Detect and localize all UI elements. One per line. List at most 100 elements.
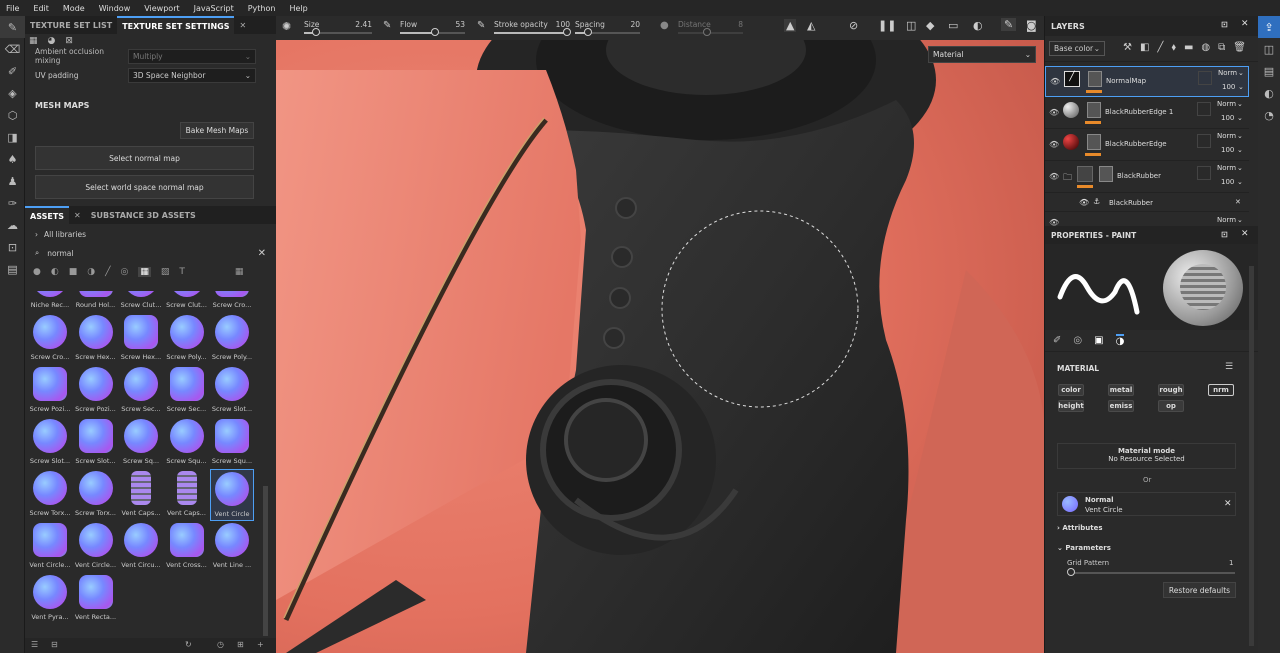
viewport-3d[interactable]: Material ⌄ (276, 40, 1044, 653)
filter-particles-icon[interactable]: ◎ (121, 267, 129, 277)
asset-item[interactable]: Screw Pozi... (74, 365, 118, 417)
add-mask-icon[interactable]: ◧ (1140, 42, 1149, 53)
mute-icon[interactable]: ⊘ (849, 19, 858, 32)
bake-mesh-maps-button[interactable]: Bake Mesh Maps (180, 122, 254, 139)
blend-mode[interactable]: Norm (1218, 69, 1237, 77)
channel-color-toggle[interactable]: color (1058, 384, 1084, 396)
properties-scrollbar[interactable] (1249, 266, 1254, 646)
ao-mixing-dropdown[interactable]: Multiply ⌄ (128, 48, 256, 64)
bake-icon[interactable]: ☁ (0, 214, 25, 236)
close-icon[interactable]: ✕ (69, 206, 86, 224)
geometry-mask-icon[interactable]: ⬡ (0, 104, 25, 126)
menu-javascript[interactable]: JavaScript (194, 4, 234, 13)
blend-mode[interactable]: Norm (1217, 132, 1236, 140)
stroke-pen-icon[interactable]: ✎ (477, 20, 485, 31)
paint-mode-icon[interactable]: ✎ (1001, 18, 1017, 31)
opacity[interactable]: 100 (1221, 114, 1234, 122)
export-icon[interactable]: ⊞ (237, 640, 244, 649)
eye-icon[interactable]: 👁 (1049, 108, 1059, 117)
asset-item[interactable]: Vent Circu... (119, 521, 163, 573)
asset-item[interactable]: Vent Circle... (74, 521, 118, 573)
asset-item[interactable]: Screw Hex... (119, 313, 163, 365)
parameters-section[interactable]: ⌄ Parameters (1057, 544, 1111, 552)
filter-masks-icon[interactable]: ■ (69, 267, 78, 277)
clone-icon[interactable]: ♟ (0, 170, 25, 192)
color-picker-icon[interactable]: ✑ (0, 192, 25, 214)
symmetry-icon[interactable]: ▲ (784, 19, 797, 32)
asset-item[interactable]: Screw Poly... (165, 313, 209, 365)
remove-resource-icon[interactable]: ✕ (1224, 499, 1232, 509)
smudge-icon[interactable]: ♠ (0, 148, 25, 170)
channel-op-toggle[interactable]: op (1158, 400, 1184, 412)
polygon-fill-icon[interactable]: ◈ (0, 82, 25, 104)
blend-mode[interactable]: Norm (1217, 164, 1236, 172)
normal-resource-box[interactable]: Normal Vent Circle ✕ (1057, 492, 1236, 516)
select-normal-map-button[interactable]: Select normal map (35, 146, 254, 170)
alpha-icon[interactable]: ◎ (1073, 335, 1082, 346)
layer-blackrubberedge[interactable]: 👁 BlackRubberEdge Norm ⌄ 100 ⌄ (1045, 130, 1249, 161)
flow-slider[interactable]: Flow 53 (400, 20, 465, 36)
size-slider[interactable]: Size 2.41 (304, 20, 372, 36)
asset-item[interactable]: Vent Line ... (210, 521, 254, 573)
flow-pen-icon[interactable]: ✎ (383, 20, 391, 31)
maximize-icon[interactable]: ⊡ (1221, 230, 1228, 239)
close-icon[interactable]: ✕ (1241, 229, 1249, 239)
brush-preset-icon[interactable]: ✺ (282, 20, 291, 33)
asset-item[interactable]: Screw Slot... (210, 365, 254, 417)
asset-item[interactable]: Screw Sec... (165, 365, 209, 417)
filter-shaders-icon[interactable]: ◑ (87, 267, 95, 277)
asset-item[interactable]: Screw Cro... (210, 291, 254, 313)
attributes-section[interactable]: › Attributes (1057, 524, 1103, 532)
symmetry-mode-icon[interactable]: ◭ (807, 19, 815, 32)
material-icon[interactable]: ◑ (1115, 334, 1125, 347)
add-fill-layer-icon[interactable]: ⬧ (1171, 42, 1176, 53)
asset-item[interactable]: Vent Caps... (165, 469, 209, 521)
tab-texture-set-list[interactable]: TEXTURE SET LIST (25, 16, 117, 34)
camera-view-icon[interactable]: ◫ (906, 19, 916, 32)
channel-rough-toggle[interactable]: rough (1158, 384, 1184, 396)
opacity[interactable]: 100 (1222, 83, 1235, 91)
layer-blackrubberedge-1[interactable]: 👁 BlackRubberEdge 1 Norm ⌄ 100 ⌄ (1045, 98, 1249, 129)
properties-icon[interactable]: ▤ (1258, 60, 1280, 82)
asset-item[interactable]: Screw Clut... (119, 291, 163, 313)
restore-defaults-button[interactable]: Restore defaults (1163, 582, 1236, 598)
menu-help[interactable]: Help (289, 4, 307, 13)
sub-layer-blackrubber[interactable]: 👁 ⚓ BlackRubber ✕ (1045, 194, 1249, 212)
eye-icon[interactable]: 👁 (1050, 77, 1060, 86)
eye-icon[interactable]: 👁 (1049, 172, 1059, 181)
history-icon[interactable]: ◔ (1258, 104, 1280, 126)
close-icon[interactable]: ✕ (1235, 198, 1241, 206)
render-mode-icon[interactable]: ◐ (973, 19, 983, 32)
pause-icon[interactable]: ❚❚ (878, 19, 896, 32)
asset-item[interactable]: Vent Pyra... (28, 573, 72, 625)
filter-materials-icon[interactable]: ● (33, 267, 41, 277)
duplicate-icon[interactable]: ⧉ (1218, 42, 1225, 53)
add-folder-icon[interactable]: ▬ (1184, 42, 1193, 53)
blend-mode[interactable]: Norm (1217, 100, 1236, 108)
asset-item[interactable]: Screw Torx... (28, 469, 72, 521)
maximize-icon[interactable]: ⊡ (1221, 20, 1228, 29)
opacity[interactable]: 100 (1221, 146, 1234, 154)
grid-pattern-knob[interactable] (1067, 568, 1075, 576)
uv-padding-dropdown[interactable]: 3D Space Neighbor ⌄ (128, 67, 256, 83)
asset-item[interactable]: Vent Cross... (165, 521, 209, 573)
layer-normalmap[interactable]: 👁 ╱ NormalMap Norm ⌄ 100 ⌄ (1045, 66, 1249, 97)
eye-icon[interactable]: 👁 (1049, 140, 1059, 149)
channel-emiss-toggle[interactable]: emiss (1108, 400, 1134, 412)
add-icon[interactable]: + (257, 640, 264, 649)
menu-edit[interactable]: Edit (33, 4, 49, 13)
measure-icon[interactable]: ⊡ (0, 236, 25, 258)
menu-python[interactable]: Python (248, 4, 276, 13)
asset-item[interactable]: Screw Squ... (210, 417, 254, 469)
texture-set-icon[interactable]: ▦ (29, 36, 38, 46)
asset-item[interactable]: Vent Recta... (74, 573, 118, 625)
material-sphere-icon[interactable]: ◕ (48, 36, 56, 46)
asset-item[interactable]: Screw Poly... (210, 313, 254, 365)
channel-dropdown[interactable]: Base color ⌄ (1049, 41, 1105, 56)
viewport-channel-dropdown[interactable]: Material ⌄ (928, 46, 1036, 63)
filter-smart-materials-icon[interactable]: ◐ (51, 267, 59, 277)
asset-item[interactable]: Round Hol... (74, 291, 118, 313)
add-smart-material-icon[interactable]: ◍ (1201, 42, 1210, 53)
mesh-icon[interactable]: ⊠ (65, 36, 73, 46)
menu-file[interactable]: File (6, 4, 19, 13)
